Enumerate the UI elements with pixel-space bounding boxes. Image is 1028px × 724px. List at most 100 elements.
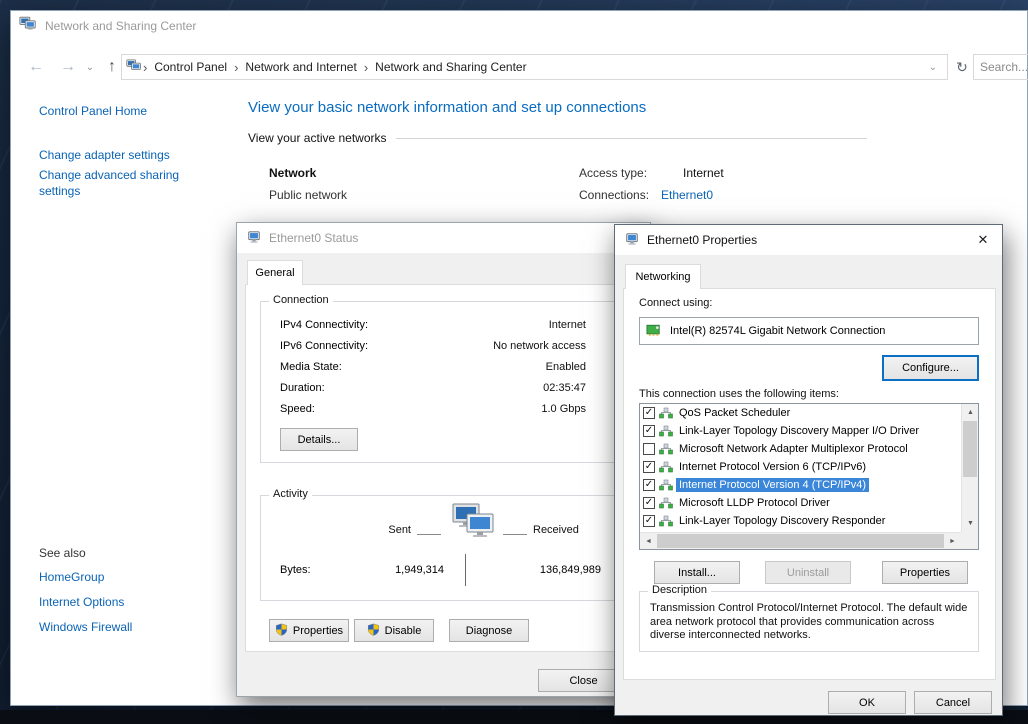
networking-tab-page: Connect using: Intel(R) 82574L Gigabit N… (623, 288, 996, 680)
connection-item[interactable]: ✓Internet Protocol Version 4 (TCP/IPv4) (640, 476, 961, 494)
connection-items-label: This connection uses the following items… (639, 388, 839, 400)
install-button[interactable]: Install... (654, 561, 740, 584)
bytes-label: Bytes: (280, 564, 311, 576)
checkbox[interactable]: ✓ (643, 407, 655, 419)
breadcrumb-control-panel[interactable]: Control Panel (148, 60, 233, 74)
checkbox[interactable] (643, 443, 655, 455)
address-bar[interactable]: › Control Panel › Network and Internet ›… (121, 54, 948, 80)
sidebar-item-windows-firewall[interactable]: Windows Firewall (39, 620, 132, 634)
bytes-sent-value: 1,949,314 (356, 564, 444, 576)
configure-button[interactable]: Configure... (882, 355, 979, 381)
disable-button[interactable]: Disable (354, 619, 434, 642)
adapter-field[interactable]: Intel(R) 82574L Gigabit Network Connecti… (639, 317, 979, 345)
connection-groupbox: Connection IPv4 Connectivity:InternetIPv… (260, 301, 630, 463)
history-dropdown-icon[interactable]: ⌄ (83, 51, 97, 83)
properties-button-label: Properties (293, 625, 343, 637)
protocol-icon (659, 407, 673, 419)
scroll-left-icon[interactable]: ◄ (640, 533, 657, 550)
configure-button-label: Configure... (902, 362, 959, 374)
close-icon[interactable]: ✕ (964, 225, 1002, 255)
tab-networking[interactable]: Networking (625, 264, 701, 289)
disable-button-label: Disable (385, 625, 422, 637)
status-row-label: IPv6 Connectivity: (280, 340, 368, 352)
status-row: IPv6 Connectivity: No network access (261, 335, 629, 356)
see-also-heading: See also (39, 546, 86, 560)
horizontal-scrollbar[interactable]: ◄ ► (640, 532, 961, 549)
scroll-up-icon[interactable]: ▲ (962, 404, 979, 421)
horizontal-scroll-thumb[interactable] (657, 534, 944, 548)
details-button-label: Details... (298, 434, 341, 446)
diagnose-button[interactable]: Diagnose (449, 619, 529, 642)
connection-item[interactable]: ✓ Internet Protocol Version 6 (TCP/IPv6) (640, 458, 961, 476)
sidebar-item-control-panel-home[interactable]: Control Panel Home (39, 104, 147, 118)
tab-general[interactable]: General (247, 260, 303, 285)
connection-item[interactable]: ✓QoS Packet Scheduler (640, 404, 961, 422)
close-button-label: Close (569, 675, 597, 687)
connection-item-label: Internet Protocol Version 6 (TCP/IPv6) (676, 460, 869, 474)
page-title: View your basic network information and … (248, 99, 646, 116)
diagnose-button-label: Diagnose (466, 625, 512, 637)
connection-item-label: Microsoft LLDP Protocol Driver (676, 496, 833, 510)
checkbox[interactable]: ✓ (643, 425, 655, 437)
status-row: Media State:Enabled (261, 356, 629, 377)
properties-dialog-title: Ethernet0 Properties (647, 233, 757, 247)
vertical-scroll-thumb[interactable] (963, 421, 977, 477)
network-type: Public network (269, 188, 347, 202)
status-row-value: No network access (493, 340, 586, 352)
ok-button[interactable]: OK (828, 691, 906, 714)
connection-item-label: Link-Layer Topology Discovery Mapper I/O… (676, 424, 922, 438)
connection-item[interactable]: ✓ Microsoft LLDP Protocol Driver (640, 494, 961, 512)
checkbox[interactable]: ✓ (643, 461, 655, 473)
checkbox[interactable]: ✓ (643, 497, 655, 509)
sent-line (417, 534, 441, 535)
sidebar-item-change-advanced-sharing[interactable]: Change advanced sharing settings (39, 167, 201, 199)
description-group-label: Description (648, 584, 711, 596)
connection-item[interactable]: ✓ Link-Layer Topology Discovery Responder (640, 512, 961, 530)
active-networks-section-title: View your active networks (248, 131, 387, 145)
connection-group-label: Connection (269, 294, 333, 306)
connect-using-label: Connect using: (639, 297, 712, 309)
up-button[interactable]: ↑ (101, 51, 123, 83)
received-line (503, 534, 527, 535)
sidebar-item-homegroup[interactable]: HomeGroup (39, 570, 104, 584)
status-row-value: Internet (549, 319, 586, 331)
back-button[interactable]: ← (23, 51, 49, 83)
uninstall-button: Uninstall (765, 561, 851, 584)
checkbox[interactable]: ✓ (643, 479, 655, 491)
description-text: Transmission Control Protocol/Internet P… (650, 602, 968, 643)
vertical-scrollbar[interactable]: ▲ ▼ (961, 404, 978, 532)
ethernet0-link[interactable]: Ethernet0 (661, 188, 713, 202)
item-properties-button[interactable]: Properties (882, 561, 968, 584)
desktop: Network and Sharing Center ← → ⌄ ↑ › Con… (0, 0, 1028, 724)
sidebar-item-change-adapter-settings[interactable]: Change adapter settings (39, 148, 170, 162)
connection-items: ✓QoS Packet Scheduler✓Link-Layer Topolog… (640, 404, 961, 532)
activity-groupbox: Activity Sent Received Bytes: 1,949,314 … (260, 495, 630, 601)
status-row: Speed:1.0 Gbps (261, 398, 629, 419)
checkbox[interactable]: ✓ (643, 515, 655, 527)
search-box[interactable]: Search... (973, 54, 1028, 80)
address-dropdown-icon[interactable]: ⌄ (923, 62, 943, 73)
breadcrumb-network-and-internet[interactable]: Network and Internet (239, 60, 362, 74)
breadcrumb-network-sharing-center[interactable]: Network and Sharing Center (369, 60, 532, 74)
network-adapter-icon (646, 323, 663, 340)
scroll-down-icon[interactable]: ▼ (962, 515, 979, 532)
protocol-icon (659, 425, 673, 437)
refresh-button[interactable]: ↻ (952, 54, 972, 80)
status-row-label: Speed: (280, 403, 315, 415)
connection-item[interactable]: ✓ Link-Layer Topology Discovery Mapper I/… (640, 422, 961, 440)
forward-button[interactable]: → (55, 51, 81, 83)
details-button[interactable]: Details... (280, 428, 358, 451)
cancel-button[interactable]: Cancel (914, 691, 992, 714)
scroll-right-icon[interactable]: ► (944, 533, 961, 550)
install-button-label: Install... (678, 567, 716, 579)
properties-dialog-titlebar: Ethernet0 Properties ✕ (615, 225, 1002, 255)
ethernet-properties-icon (625, 232, 639, 249)
properties-button[interactable]: Properties (269, 619, 349, 642)
connection-item[interactable]: Microsoft Network Adapter Multiplexor Pr… (640, 440, 961, 458)
connection-item-label: Link-Layer Topology Discovery Responder (676, 514, 888, 528)
status-row: Duration:02:35:47 (261, 377, 629, 398)
navigation-bar: ← → ⌄ ↑ › Control Panel › Network and In… (11, 51, 1027, 83)
sidebar-item-internet-options[interactable]: Internet Options (39, 595, 124, 609)
connection-items-list[interactable]: ✓QoS Packet Scheduler✓Link-Layer Topolog… (639, 403, 979, 550)
search-placeholder: Search... (980, 60, 1028, 74)
